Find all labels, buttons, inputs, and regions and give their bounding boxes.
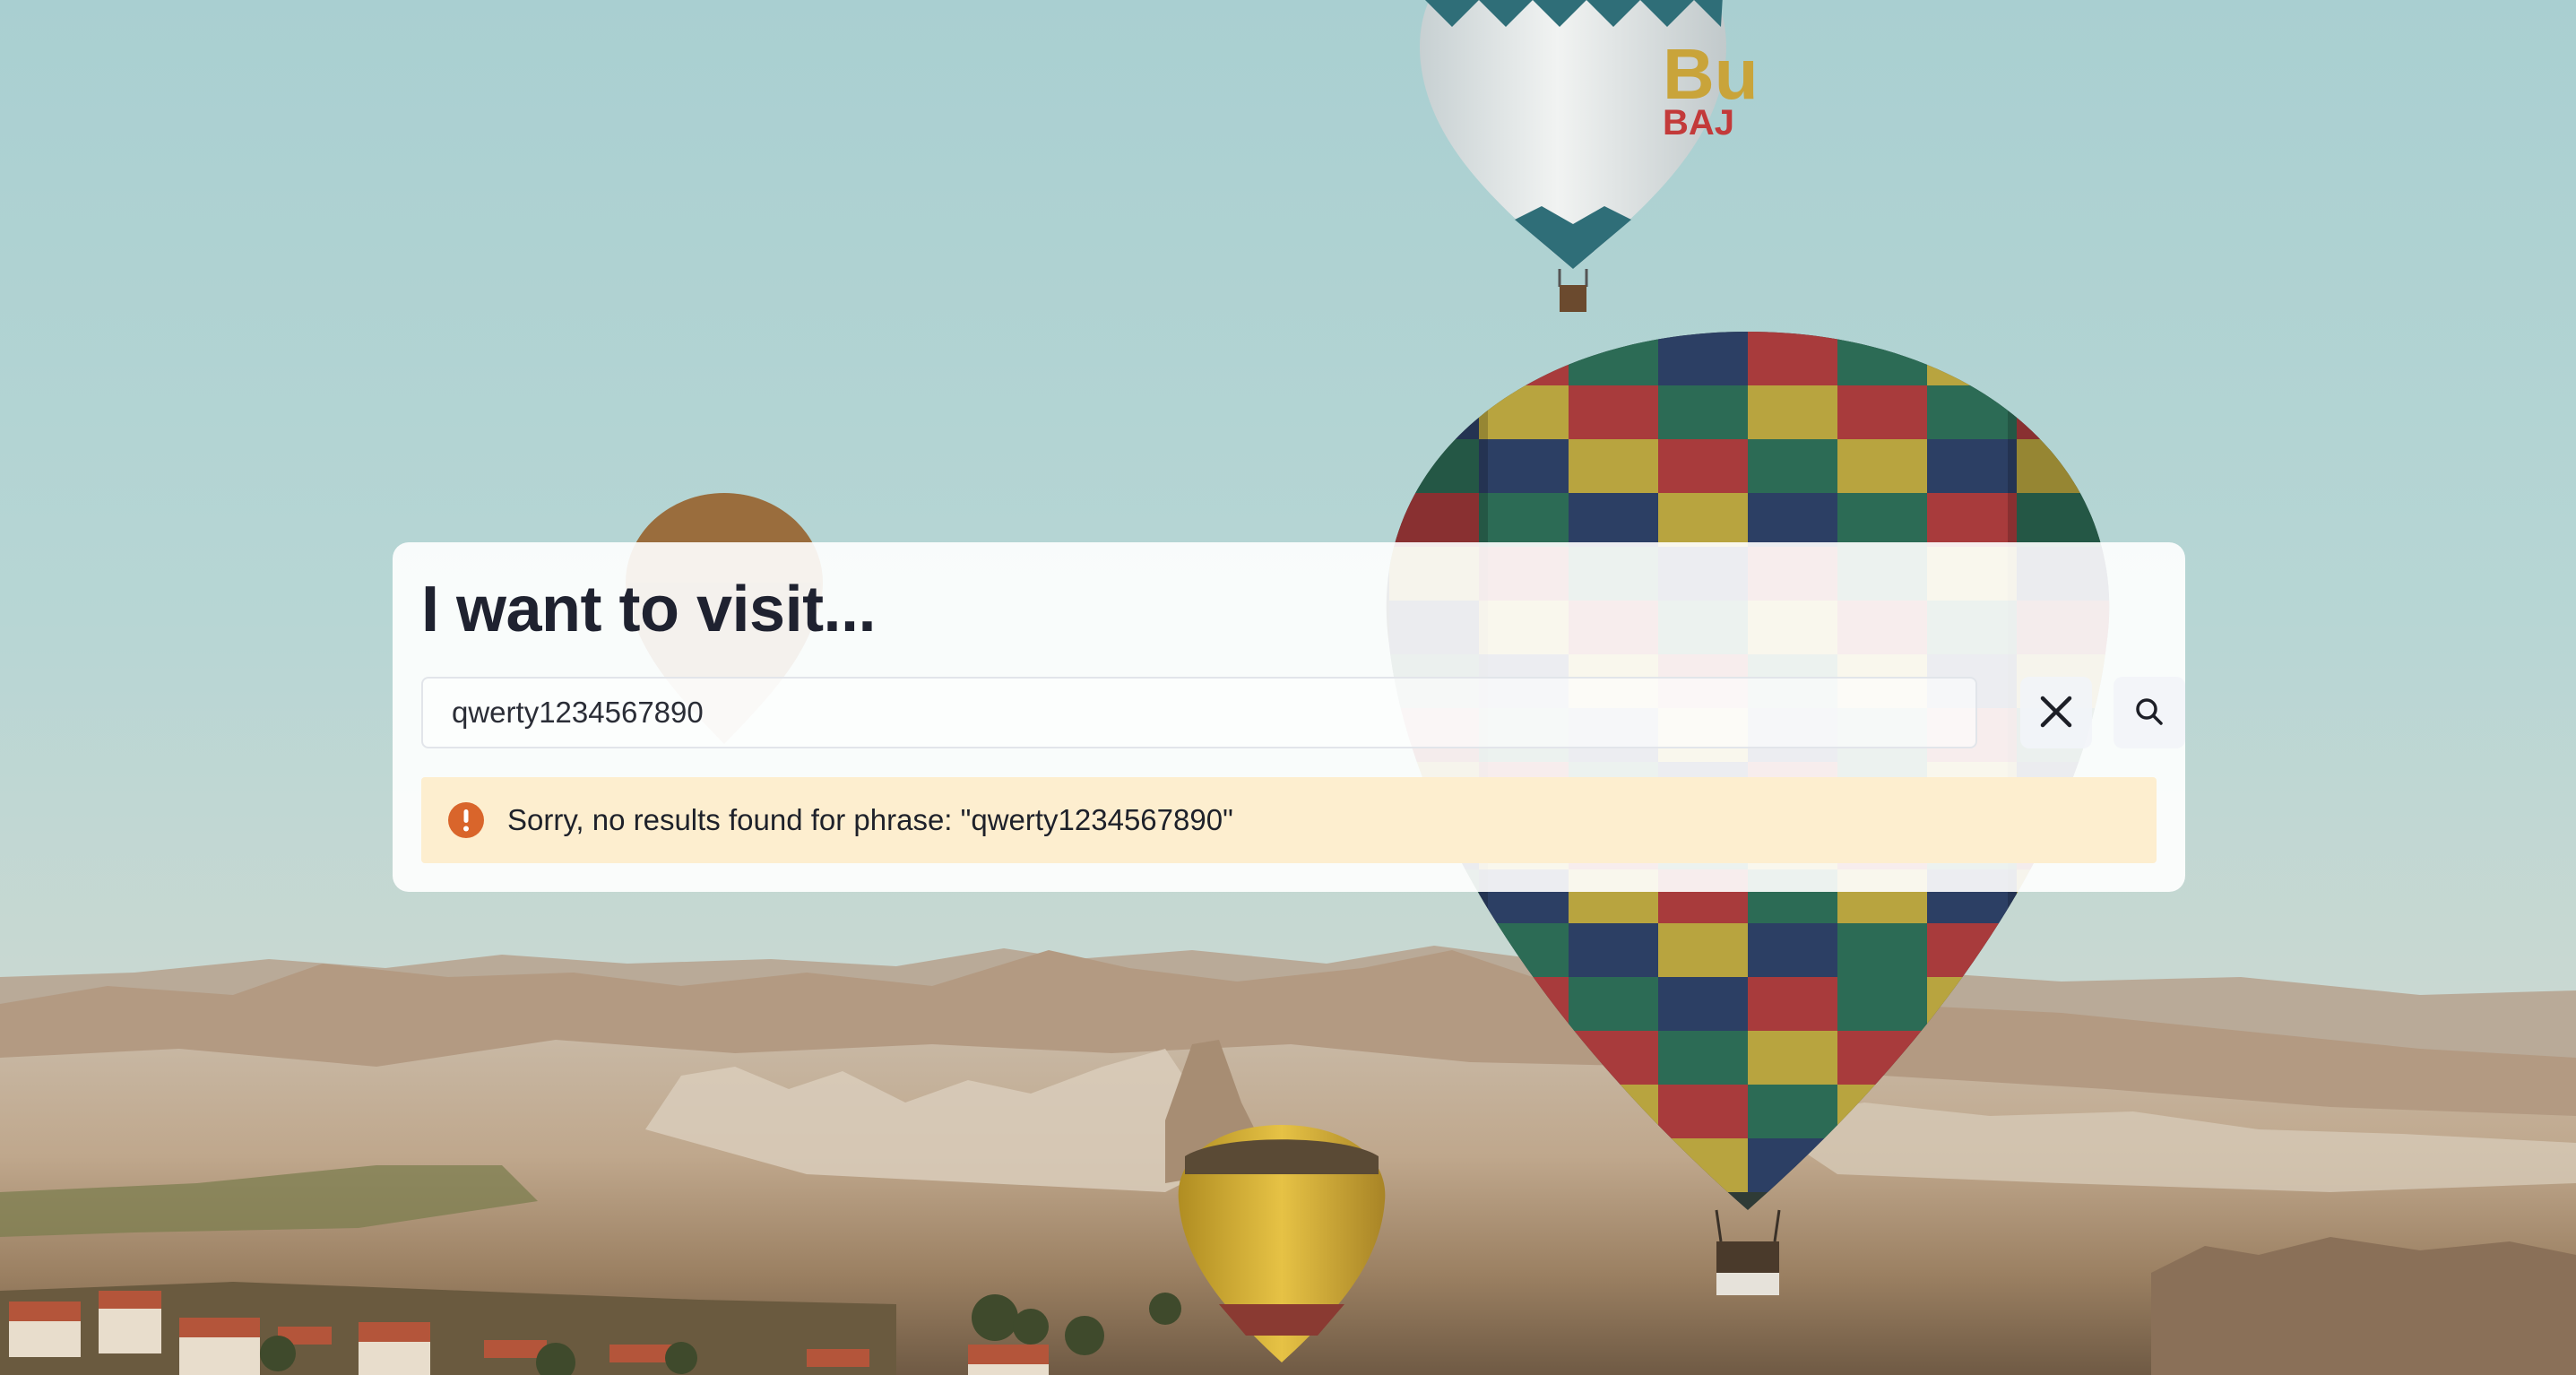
alert-message: Sorry, no results found for phrase: "qwe… [507,803,1233,836]
svg-text:BAJ: BAJ [1663,103,1734,143]
no-results-alert: Sorry, no results found for phrase: "qwe… [421,777,2157,863]
svg-text:Bu: Bu [1663,34,1759,114]
exclamation-icon [448,802,484,838]
search-button[interactable] [2114,677,2185,748]
search-icon [2133,696,2165,731]
close-icon [2038,694,2074,732]
clear-button[interactable] [2020,677,2092,748]
search-row [421,677,2185,748]
search-title: I want to visit... [421,574,877,645]
search-input[interactable] [421,677,1977,748]
search-card: I want to visit... qwerty1234567890 Sorr… [393,542,2185,892]
